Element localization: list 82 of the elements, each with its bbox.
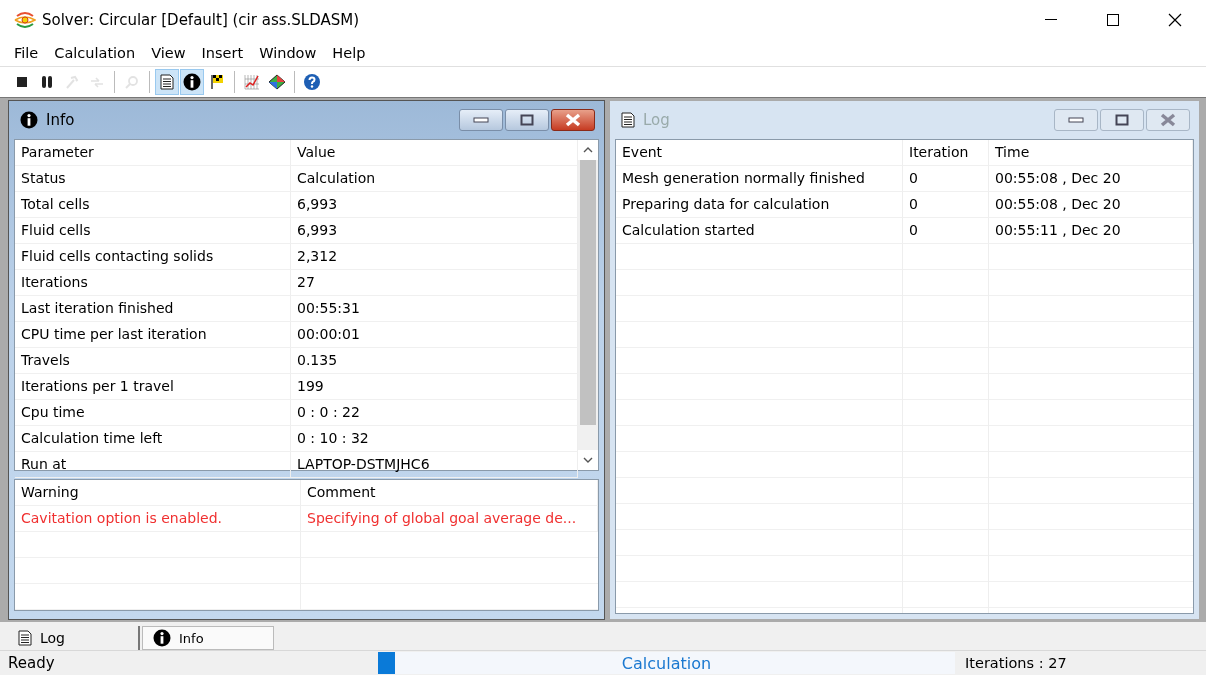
- window-title: Log: [643, 111, 671, 129]
- chart-icon: [244, 74, 260, 90]
- table-cell: CPU time per last iteration: [15, 322, 291, 348]
- table-cell: 0 : 0 : 22: [291, 400, 578, 426]
- info-icon: [20, 111, 38, 129]
- table-cell: 00:55:11 , Dec 20: [989, 218, 1193, 244]
- column-header: Value: [291, 140, 578, 166]
- close-icon: [1160, 113, 1176, 127]
- table-cell: Calculation started: [616, 218, 903, 244]
- close-icon: [565, 113, 581, 127]
- iterations-count: Iterations : 27: [964, 655, 1068, 671]
- close-button[interactable]: [551, 109, 595, 131]
- help-icon: [303, 73, 321, 91]
- toolbar-button[interactable]: [180, 69, 204, 95]
- table-cell: Travels: [15, 348, 291, 374]
- table-cell: 0: [903, 218, 989, 244]
- scroll-up-icon[interactable]: [583, 147, 593, 153]
- table-cell: Run at: [15, 452, 291, 478]
- info-icon: [183, 73, 201, 91]
- probe-icon: [125, 75, 139, 89]
- menu-item[interactable]: Calculation: [46, 45, 144, 61]
- info-icon: [153, 629, 171, 647]
- table-cell: 27: [291, 270, 578, 296]
- table-cell: 2,312: [291, 244, 578, 270]
- window-title: Solver: Circular [Default] (cir ass.SLDASM): [42, 11, 361, 29]
- maximize-button[interactable]: [505, 109, 549, 131]
- table-cell: 00:55:08 , Dec 20: [989, 166, 1193, 192]
- menu-item[interactable]: Window: [251, 45, 325, 61]
- table-cell: Specifying of global goal average de...: [301, 506, 598, 532]
- table-cell: Calculation: [291, 166, 578, 192]
- minimize-icon[interactable]: [1045, 19, 1057, 21]
- table-cell: 199: [291, 374, 578, 400]
- minimize-icon: [473, 117, 489, 123]
- table-cell: 0: [903, 192, 989, 218]
- table-cell: Mesh generation normally finished: [616, 166, 903, 192]
- maximize-icon: [520, 114, 534, 126]
- tab[interactable]: Info: [142, 626, 274, 650]
- maximize-icon[interactable]: [1107, 14, 1119, 26]
- scroll-down-icon[interactable]: [583, 457, 593, 463]
- pause-icon: [41, 75, 53, 89]
- minimize-icon: [1068, 117, 1084, 123]
- table-cell: Last iteration finished: [15, 296, 291, 322]
- table-cell: 0.135: [291, 348, 578, 374]
- table-cell: 00:00:01: [291, 322, 578, 348]
- progress-label: Calculation: [621, 653, 712, 673]
- table-cell: Fluid cells: [15, 218, 291, 244]
- table-cell: 6,993: [291, 218, 578, 244]
- hammer-icon: [65, 75, 79, 89]
- scrollbar[interactable]: [578, 140, 598, 470]
- arrows-icon: [90, 75, 104, 89]
- table-cell: Total cells: [15, 192, 291, 218]
- document-icon: [621, 112, 635, 128]
- table-cell: 0 : 10 : 32: [291, 426, 578, 452]
- menu-item[interactable]: View: [143, 45, 194, 61]
- goal-icon: [268, 74, 286, 90]
- maximize-icon: [1115, 114, 1129, 126]
- table-cell: 00:55:08 , Dec 20: [989, 192, 1193, 218]
- table-cell: 6,993: [291, 192, 578, 218]
- document-icon: [160, 74, 174, 90]
- table-cell: Iterations: [15, 270, 291, 296]
- table-cell: 00:55:31: [291, 296, 578, 322]
- menu-item[interactable]: Insert: [193, 45, 252, 61]
- status-text: Ready: [7, 654, 56, 672]
- toolbar-button[interactable]: [155, 69, 179, 95]
- stop-icon: [16, 76, 28, 88]
- close-icon[interactable]: [1168, 13, 1182, 27]
- menu-item[interactable]: Help: [324, 45, 374, 61]
- window-title: Info: [46, 111, 76, 129]
- table-cell: Status: [15, 166, 291, 192]
- table-cell: Cpu time: [15, 400, 291, 426]
- table-cell: Iterations per 1 travel: [15, 374, 291, 400]
- table-cell: Calculation time left: [15, 426, 291, 452]
- table-cell: 0: [903, 166, 989, 192]
- table-cell: Cavitation option is enabled.: [15, 506, 301, 532]
- app-icon: [14, 11, 36, 29]
- table-cell: Preparing data for calculation: [616, 192, 903, 218]
- table-cell: LAPTOP-DSTMJHC6: [291, 452, 578, 478]
- menu-item[interactable]: File: [6, 45, 47, 61]
- checkered-flag-icon: [210, 74, 224, 90]
- column-header: Parameter: [15, 140, 291, 166]
- document-icon: [18, 630, 32, 646]
- table-cell: Fluid cells contacting solids: [15, 244, 291, 270]
